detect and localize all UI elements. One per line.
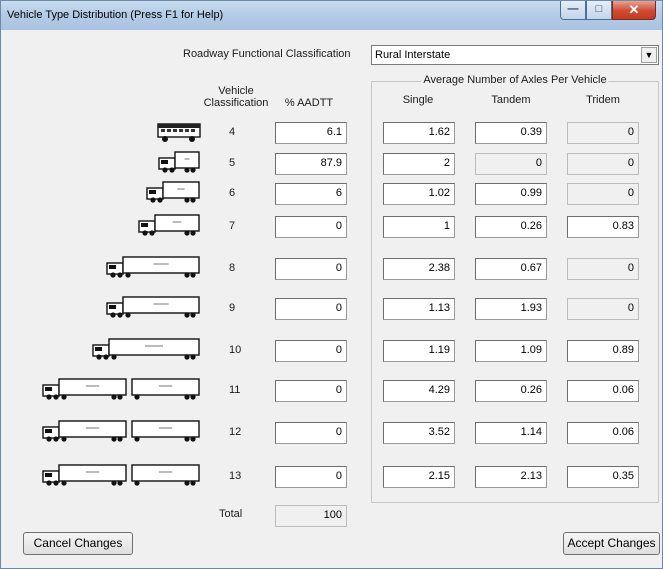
tridem-axle-field: 0 (567, 298, 639, 320)
vehicle-class-11-image (41, 377, 201, 404)
aadtt-field[interactable]: 0 (275, 258, 347, 280)
roadway-select-value: Rural Interstate (375, 49, 451, 61)
single-axle-field[interactable]: 4.29 (383, 380, 455, 402)
vehicle-class-10-image (91, 337, 201, 364)
single-axle-field[interactable]: 1 (383, 216, 455, 238)
vehicle-class-label: 8 (229, 262, 236, 274)
maximize-button[interactable]: □ (586, 1, 612, 20)
single-axle-field[interactable]: 2.38 (383, 258, 455, 280)
accept-changes-button[interactable]: Accept Changes (563, 532, 660, 555)
tandem-axle-field[interactable]: 0.67 (475, 258, 547, 280)
tridem-axle-field[interactable]: 0.89 (567, 340, 639, 362)
tridem-header: Tridem (586, 94, 620, 106)
chevron-down-icon[interactable]: ▼ (641, 47, 657, 63)
close-icon: ✕ (628, 2, 640, 17)
aadtt-field[interactable]: 0 (275, 380, 347, 402)
vehicle-class-7-image (137, 213, 201, 240)
minimize-button[interactable]: — (560, 1, 586, 20)
tridem-axle-field[interactable]: 0.83 (567, 216, 639, 238)
title-bar[interactable]: Vehicle Type Distribution (Press F1 for … (1, 1, 662, 30)
vehicle-header-line1: Vehicle (218, 85, 254, 97)
single-header: Single (402, 94, 434, 106)
cancel-changes-button[interactable]: Cancel Changes (23, 532, 133, 555)
tandem-axle-field[interactable]: 1.93 (475, 298, 547, 320)
vehicle-class-4-image (157, 119, 201, 146)
tridem-axle-field: 0 (567, 153, 639, 175)
single-axle-field[interactable]: 1.19 (383, 340, 455, 362)
vehicle-class-label: 10 (229, 344, 242, 356)
tridem-axle-field[interactable]: 0.06 (567, 422, 639, 444)
vehicle-class-13-image (41, 463, 201, 490)
single-axle-field[interactable]: 2.15 (383, 466, 455, 488)
dialog-window: Vehicle Type Distribution (Press F1 for … (0, 0, 663, 569)
roadway-label: Roadway Functional Classification (183, 48, 351, 60)
aadtt-header: % AADTT (284, 97, 334, 109)
vehicle-class-label: 12 (229, 426, 242, 438)
aadtt-field[interactable]: 0 (275, 422, 347, 444)
tandem-axle-field[interactable]: 1.09 (475, 340, 547, 362)
vehicle-class-label: 6 (229, 187, 236, 199)
tandem-axle-field[interactable]: 2.13 (475, 466, 547, 488)
aadtt-field[interactable]: 6.1 (275, 122, 347, 144)
vehicle-class-label: 9 (229, 302, 236, 314)
tandem-axle-field[interactable]: 1.14 (475, 422, 547, 444)
single-axle-field[interactable]: 2 (383, 153, 455, 175)
tandem-axle-field[interactable]: 0.26 (475, 380, 547, 402)
tandem-axle-field[interactable]: 0.99 (475, 183, 547, 205)
vehicle-class-9-image (105, 295, 201, 322)
total-label: Total (219, 508, 243, 520)
roadway-select[interactable]: Rural Interstate ▼ (371, 45, 659, 65)
tandem-header: Tandem (491, 94, 531, 106)
tandem-axle-field: 0 (475, 153, 547, 175)
tridem-axle-field[interactable]: 0.35 (567, 466, 639, 488)
tridem-axle-field[interactable]: 0.06 (567, 380, 639, 402)
vehicle-class-6-image (145, 180, 201, 207)
aadtt-field[interactable]: 87.9 (275, 153, 347, 175)
single-axle-field[interactable]: 3.52 (383, 422, 455, 444)
aadtt-field[interactable]: 0 (275, 466, 347, 488)
vehicle-class-label: 11 (229, 384, 241, 396)
maximize-icon: □ (595, 3, 603, 15)
close-button[interactable]: ✕ (612, 1, 656, 20)
axles-group-title: Average Number of Axles Per Vehicle (421, 74, 609, 86)
aadtt-field[interactable]: 0 (275, 340, 347, 362)
window-title: Vehicle Type Distribution (Press F1 for … (7, 9, 224, 21)
aadtt-field[interactable]: 6 (275, 183, 347, 205)
total-field: 100 (275, 505, 347, 527)
single-axle-field[interactable]: 1.13 (383, 298, 455, 320)
vehicle-class-label: 13 (229, 470, 242, 482)
aadtt-field[interactable]: 0 (275, 216, 347, 238)
single-axle-field[interactable]: 1.62 (383, 122, 455, 144)
vehicle-class-5-image (157, 150, 201, 177)
tridem-axle-field: 0 (567, 183, 639, 205)
aadtt-field[interactable]: 0 (275, 298, 347, 320)
vehicle-class-12-image (41, 419, 201, 446)
minimize-icon: — (567, 3, 579, 15)
vehicle-class-label: 4 (229, 126, 236, 138)
vehicle-class-label: 7 (229, 220, 236, 232)
single-axle-field[interactable]: 1.02 (383, 183, 455, 205)
vehicle-class-8-image (105, 255, 201, 282)
dialog-body: Roadway Functional Classification Rural … (9, 30, 660, 562)
vehicle-class-label: 5 (229, 157, 236, 169)
tridem-axle-field: 0 (567, 258, 639, 280)
vehicle-header-line2: Classification (203, 97, 269, 109)
tandem-axle-field[interactable]: 0.39 (475, 122, 547, 144)
tridem-axle-field: 0 (567, 122, 639, 144)
tandem-axle-field[interactable]: 0.26 (475, 216, 547, 238)
